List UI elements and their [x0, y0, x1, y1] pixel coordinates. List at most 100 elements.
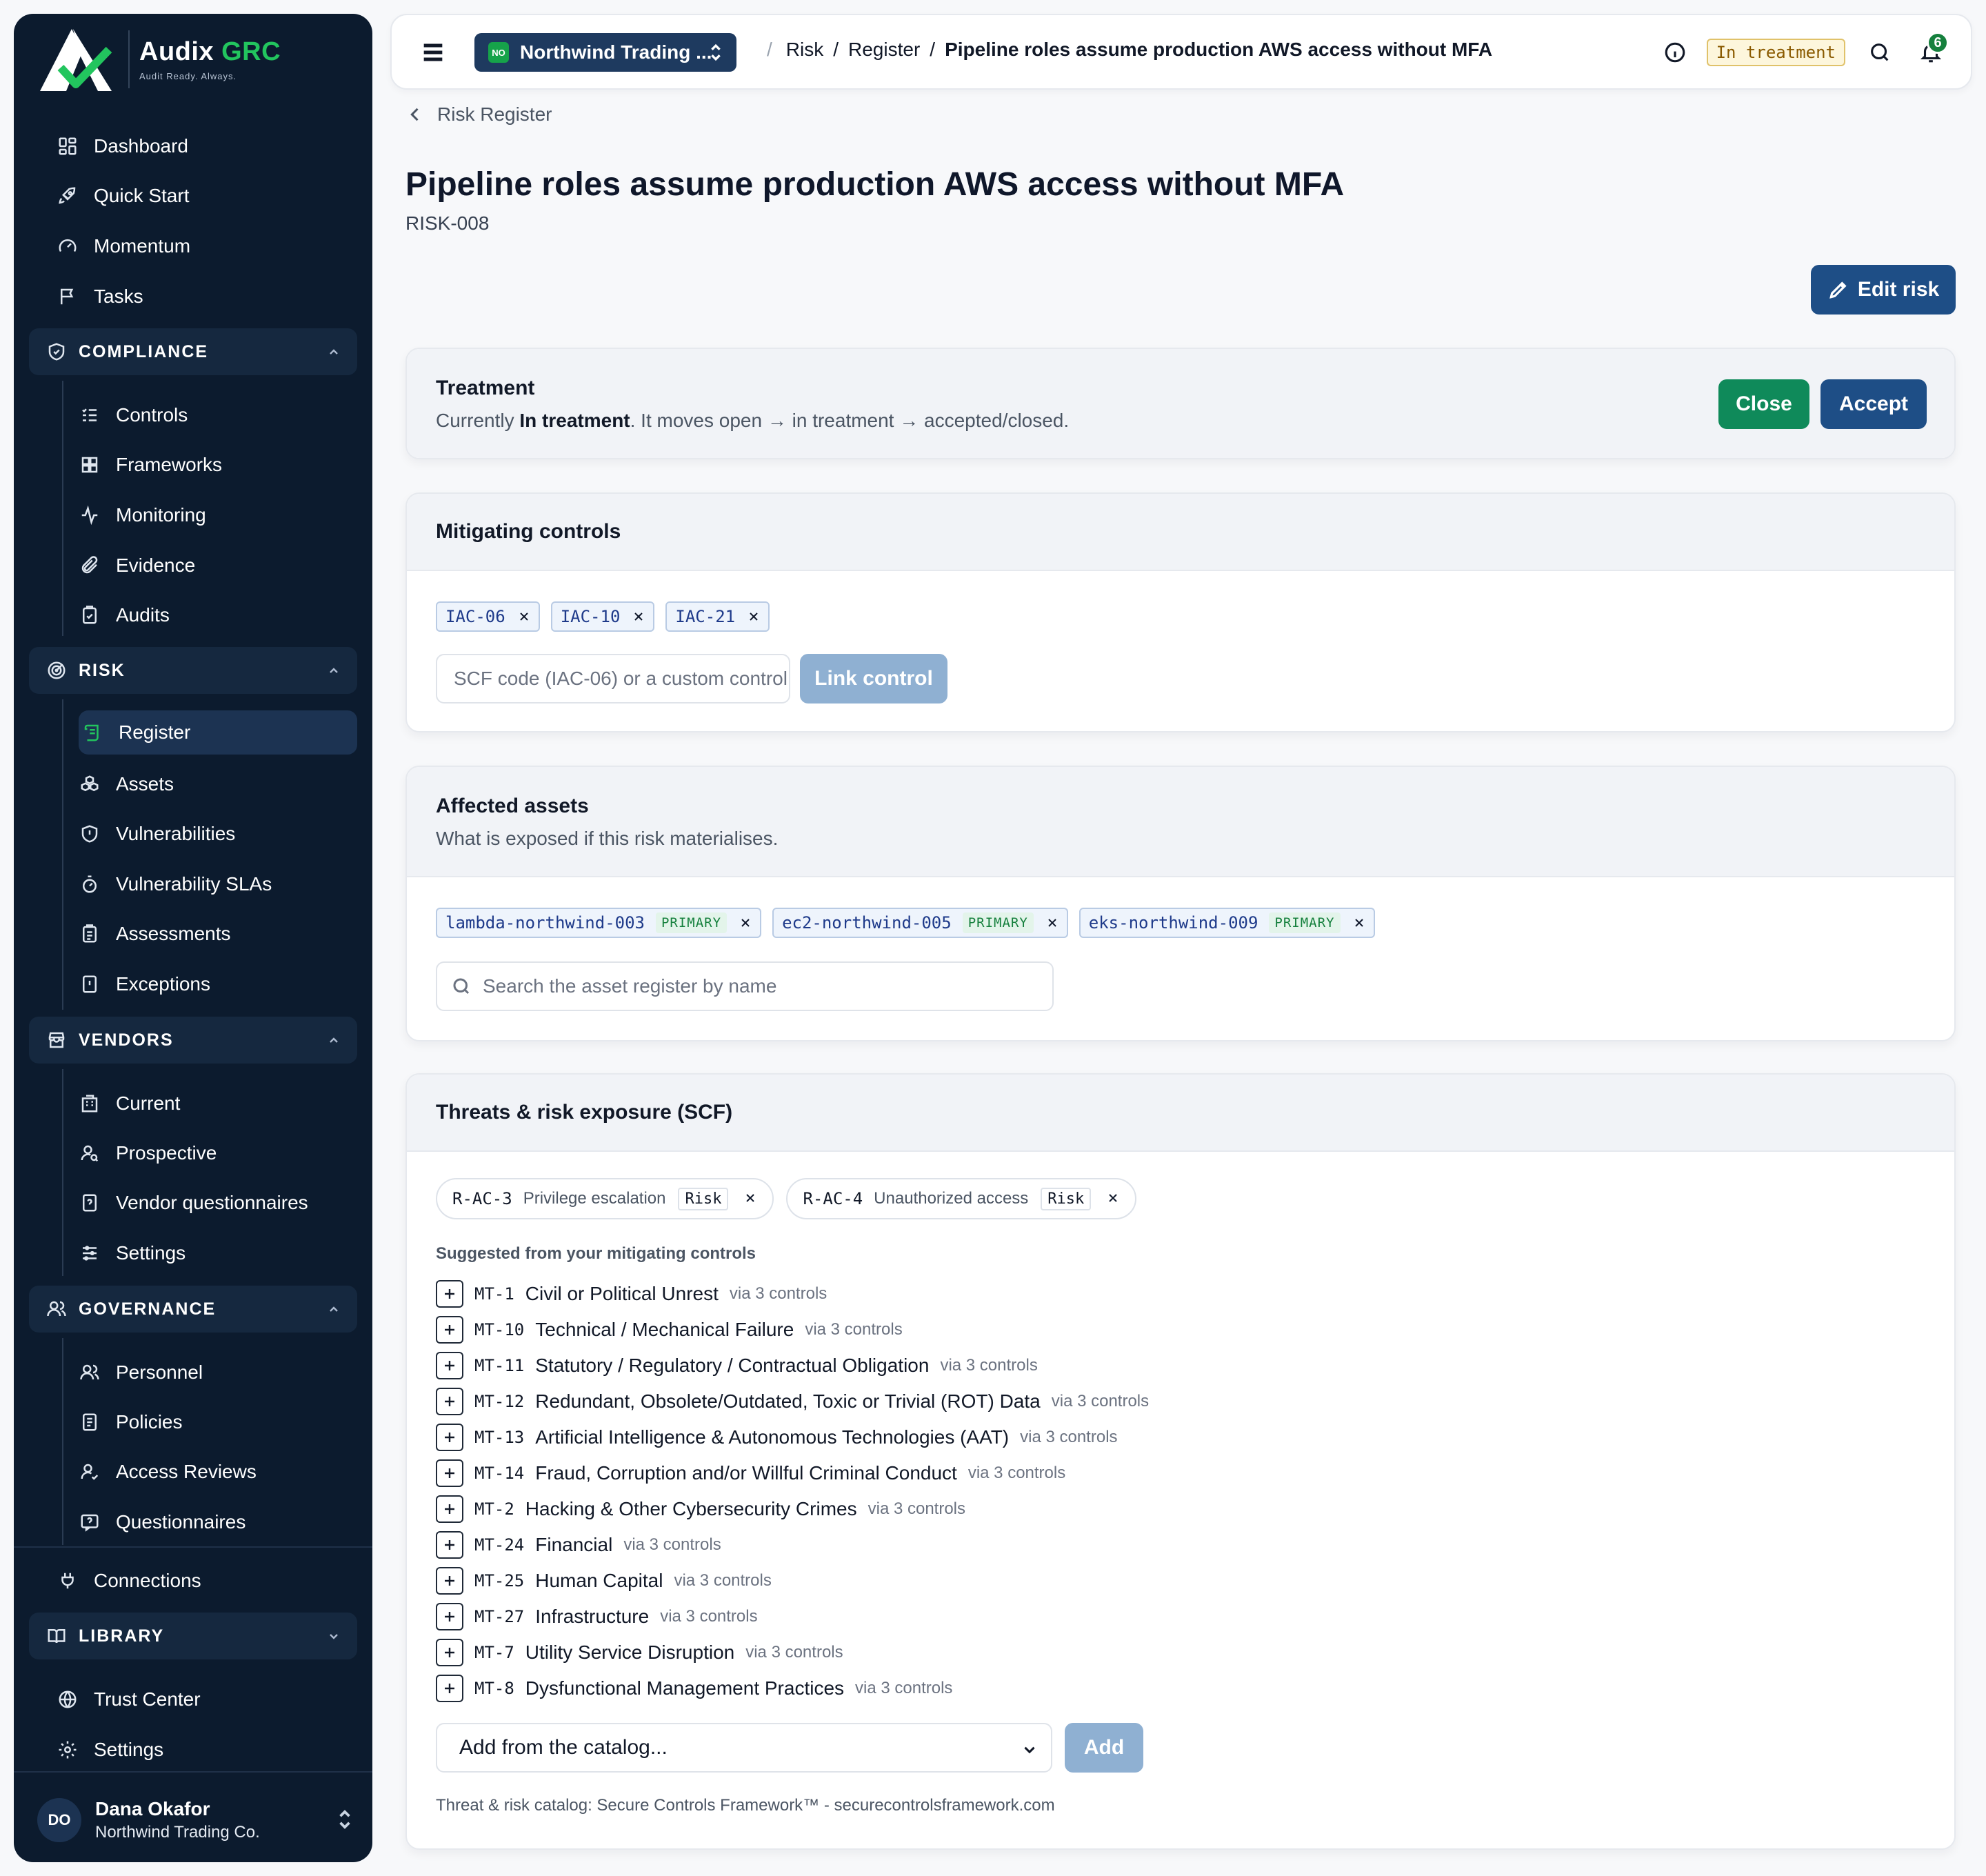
remove-control-button[interactable]	[631, 609, 646, 624]
nav-dashboard[interactable]: Dashboard	[29, 124, 357, 168]
nav-access-reviews[interactable]: Access Reviews	[63, 1450, 357, 1494]
section-governance[interactable]: GOVERNANCE	[29, 1286, 357, 1333]
nav-register[interactable]: Register	[79, 710, 357, 755]
add-suggested-threat-button[interactable]	[436, 1459, 463, 1487]
user-search-icon	[76, 1143, 103, 1164]
rocket-icon	[54, 186, 81, 206]
nav-tasks[interactable]: Tasks	[29, 275, 357, 319]
remove-asset-button[interactable]	[1352, 915, 1367, 930]
nav-vendor-settings[interactable]: Settings	[63, 1231, 357, 1275]
shield-check-icon	[43, 341, 70, 362]
nav-settings[interactable]: Settings	[29, 1728, 357, 1772]
mitigating-controls-title: Mitigating controls	[436, 520, 621, 543]
nav-vendors-current[interactable]: Current	[63, 1081, 357, 1126]
nav-vulnerability-slas[interactable]: Vulnerability SLAs	[63, 862, 357, 906]
menu-icon[interactable]	[419, 39, 447, 66]
section-compliance[interactable]: COMPLIANCE	[29, 328, 357, 375]
nav-audits[interactable]: Audits	[63, 593, 357, 637]
remove-threat-button[interactable]	[743, 1191, 759, 1206]
add-suggested-threat-button[interactable]	[436, 1352, 463, 1379]
plus-icon	[445, 1504, 454, 1514]
section-label: GOVERNANCE	[79, 1299, 217, 1319]
user-menu[interactable]: DO Dana Okafor Northwind Trading Co.	[37, 1790, 354, 1850]
add-suggested-threat-button[interactable]	[436, 1280, 463, 1308]
nav-trust-center[interactable]: Trust Center	[29, 1677, 357, 1722]
asset-search-input[interactable]: Search the asset register by name	[436, 961, 1054, 1011]
section-vendors[interactable]: VENDORS	[29, 1017, 357, 1064]
close-icon	[746, 1194, 755, 1202]
add-suggested-threat-button[interactable]	[436, 1495, 463, 1523]
nav-assessments[interactable]: Assessments	[63, 912, 357, 956]
threat-code: MT-8	[474, 1679, 514, 1698]
section-library[interactable]: LIBRARY	[29, 1613, 357, 1659]
control-code: IAC-21	[675, 607, 736, 626]
threat-kind: Risk	[678, 1187, 729, 1210]
back-link-label: Risk Register	[437, 103, 552, 125]
nav-questionnaires[interactable]: Questionnaires	[63, 1500, 357, 1544]
nav-vulnerabilities[interactable]: Vulnerabilities	[63, 812, 357, 856]
nav-controls[interactable]: Controls	[63, 393, 357, 437]
add-suggested-threat-button[interactable]	[436, 1388, 463, 1415]
nav-label: Trust Center	[94, 1688, 201, 1710]
plus-icon	[445, 1397, 454, 1406]
remove-threat-button[interactable]	[1106, 1191, 1121, 1206]
catalog-footnote: Threat & risk catalog: Secure Controls F…	[436, 1796, 1055, 1815]
back-link[interactable]: Risk Register	[405, 103, 552, 126]
nav-connections[interactable]: Connections	[29, 1559, 357, 1603]
add-suggested-threat-button[interactable]	[436, 1675, 463, 1702]
close-risk-button[interactable]: Close	[1718, 379, 1809, 429]
org-badge: NO	[488, 42, 509, 63]
section-label: RISK	[79, 660, 126, 680]
add-suggested-threat-button[interactable]	[436, 1531, 463, 1559]
nav-vendor-questionnaires[interactable]: Vendor questionnaires	[63, 1181, 357, 1225]
breadcrumb-register[interactable]: Register	[848, 39, 920, 61]
add-suggested-threat-button[interactable]	[436, 1567, 463, 1595]
threat-via: via 3 controls	[855, 1679, 953, 1697]
brand-name-accent: GRC	[221, 37, 281, 66]
edit-risk-button[interactable]: Edit risk	[1811, 265, 1956, 315]
remove-control-button[interactable]	[746, 609, 761, 624]
add-threat-button[interactable]: Add	[1065, 1723, 1143, 1773]
sidebar-divider	[14, 1546, 372, 1548]
control-code-input[interactable]: SCF code (IAC-06) or a custom control	[436, 654, 790, 704]
file-alert-icon	[76, 974, 103, 995]
nav-exceptions[interactable]: Exceptions	[63, 962, 357, 1006]
globe-icon	[54, 1689, 81, 1710]
nav-assets[interactable]: Assets	[63, 762, 357, 806]
accept-risk-button[interactable]: Accept	[1820, 379, 1927, 429]
remove-asset-button[interactable]	[1045, 915, 1060, 930]
nav-frameworks[interactable]: Frameworks	[63, 443, 357, 487]
add-suggested-threat-button[interactable]	[436, 1424, 463, 1451]
section-risk[interactable]: RISK	[29, 647, 357, 694]
info-button[interactable]	[1656, 33, 1694, 72]
close-icon	[1354, 919, 1363, 927]
add-suggested-threat-button[interactable]	[436, 1603, 463, 1630]
threat-chip: R-AC-4 Unauthorized access Risk	[786, 1178, 1137, 1219]
nav-evidence[interactable]: Evidence	[63, 543, 357, 588]
search-button[interactable]	[1860, 33, 1899, 72]
nav-quick-start[interactable]: Quick Start	[29, 174, 357, 218]
treatment-card: Treatment Currently In treatment. It mov…	[405, 348, 1956, 459]
notifications-button[interactable]: 6	[1912, 32, 1950, 72]
nav-label: Exceptions	[116, 973, 210, 995]
brand-logo[interactable]: Audix GRC Audit Ready. Always.	[37, 22, 281, 97]
add-suggested-threat-button[interactable]	[436, 1639, 463, 1666]
org-switcher[interactable]: NO Northwind Trading ...	[474, 33, 736, 72]
nav-vendors-prospective[interactable]: Prospective	[63, 1131, 357, 1175]
nav-personnel[interactable]: Personnel	[63, 1350, 357, 1395]
nav-momentum[interactable]: Momentum	[29, 224, 357, 268]
threat-name: Infrastructure	[535, 1606, 650, 1627]
breadcrumb-risk[interactable]: Risk	[786, 39, 823, 61]
asset-chip: lambda-northwind-003 PRIMARY	[436, 908, 762, 938]
remove-control-button[interactable]	[516, 609, 532, 624]
add-suggested-threat-button[interactable]	[436, 1316, 463, 1344]
message-question-icon	[76, 1512, 103, 1533]
remove-asset-button[interactable]	[738, 915, 753, 930]
nav-label: Questionnaires	[116, 1511, 246, 1533]
link-control-button[interactable]: Link control	[800, 654, 947, 704]
shield-alert-icon	[76, 824, 103, 844]
catalog-select[interactable]: Add from the catalog...	[436, 1723, 1052, 1773]
nav-monitoring[interactable]: Monitoring	[63, 493, 357, 537]
nav-policies[interactable]: Policies	[63, 1400, 357, 1444]
chevron-down-icon	[1024, 1746, 1035, 1754]
